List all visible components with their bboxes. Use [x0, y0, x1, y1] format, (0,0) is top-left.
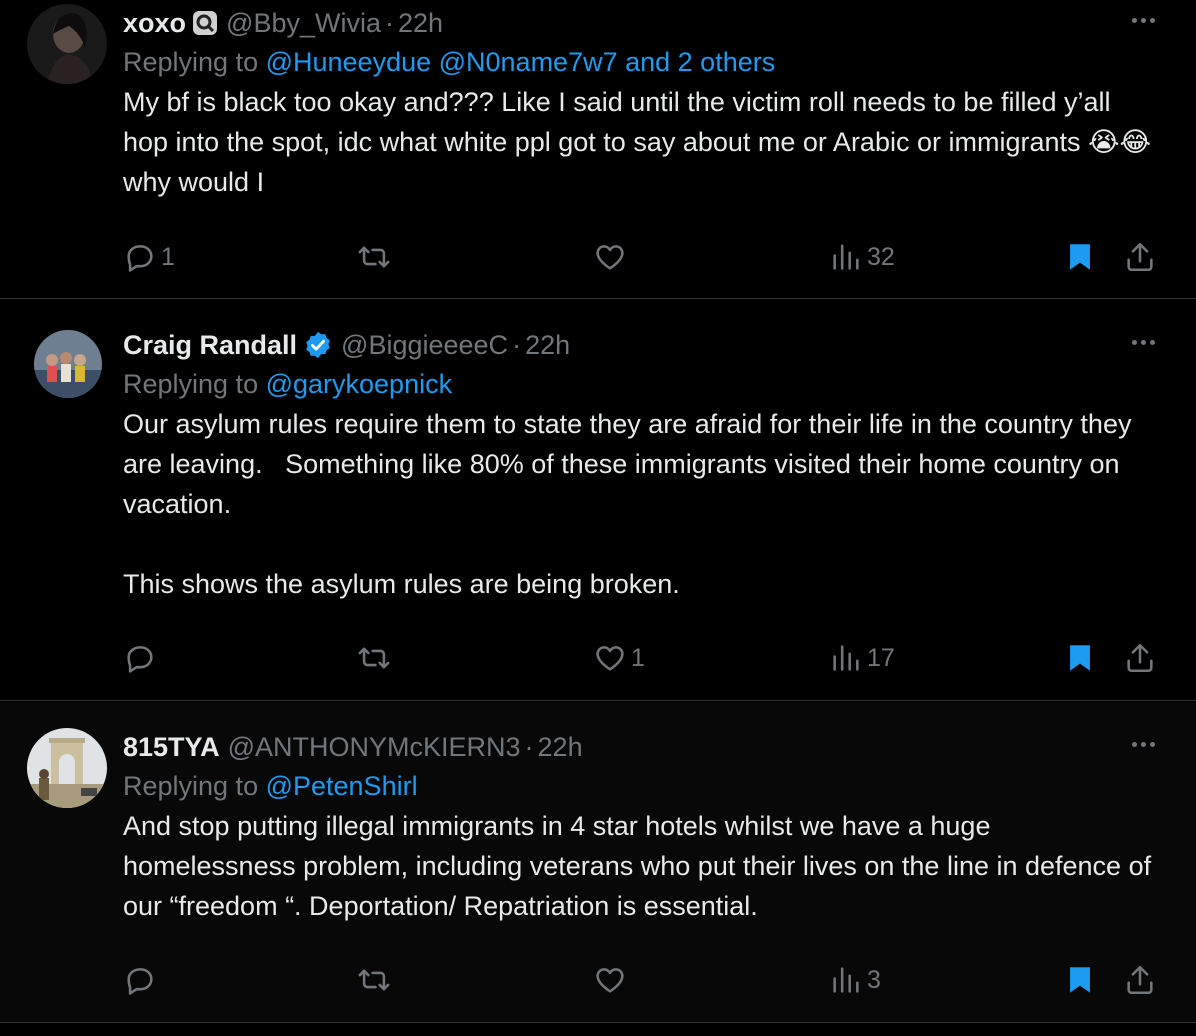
view-count: 17	[867, 643, 895, 672]
reply-feed: xoxo @Bby_Wivia · 22h Replying to @Hunee…	[0, 0, 1196, 1036]
more-options-button[interactable]	[1130, 10, 1166, 38]
tweet-content: Craig Randall @BiggieeeeC · 22h Replying…	[123, 326, 1156, 604]
more-dot-icon	[1150, 742, 1155, 747]
like-count: 1	[631, 643, 645, 672]
more-dot-icon	[1141, 742, 1146, 747]
magnifier-badge-icon	[192, 10, 218, 36]
bookmark-filled-icon	[1070, 244, 1090, 270]
reply-count: 1	[161, 242, 175, 271]
bookmark-button[interactable]	[1063, 638, 1097, 678]
repost-button[interactable]	[357, 960, 395, 1000]
verified-badge-icon[interactable]	[303, 330, 333, 360]
tweet-text: My bf is black too okay and??? Like I sa…	[123, 87, 1159, 197]
tweet-header: xoxo @Bby_Wivia · 22h	[123, 4, 1156, 42]
replying-to-label: Replying to	[123, 47, 266, 77]
like-button[interactable]	[593, 237, 631, 277]
author-name[interactable]: Craig Randall	[123, 330, 297, 361]
heart-icon	[596, 968, 624, 993]
tweet-actions: 1 17	[123, 638, 1163, 678]
bookmark-button[interactable]	[1063, 237, 1097, 277]
view-count: 3	[867, 965, 881, 994]
more-dot-icon	[1150, 18, 1155, 23]
bookmark-filled-icon	[1070, 967, 1090, 993]
tweet-content: xoxo @Bby_Wivia · 22h Replying to @Hunee…	[123, 4, 1156, 202]
mention-link[interactable]: @PetenShirl	[266, 771, 418, 801]
reply-button[interactable]	[123, 638, 161, 678]
more-dot-icon	[1132, 742, 1137, 747]
views-icon	[833, 244, 859, 270]
views-icon	[833, 645, 859, 671]
author-handle[interactable]: @Bby_Wivia	[226, 8, 381, 39]
reply-icon	[127, 646, 153, 673]
bookmark-filled-icon	[1070, 645, 1090, 671]
avatar[interactable]	[27, 728, 107, 808]
reply-button[interactable]: 1	[123, 237, 175, 277]
separator-dot: ·	[384, 7, 394, 38]
tweet[interactable]: 815TYA @ANTHONYMcKIERN3 · 22h Replying t…	[0, 702, 1196, 1023]
repost-icon	[358, 969, 390, 991]
tweet-header: 815TYA @ANTHONYMcKIERN3 · 22h	[123, 728, 1156, 766]
timestamp[interactable]: 22h	[398, 8, 443, 39]
more-options-button[interactable]	[1130, 332, 1166, 360]
more-dot-icon	[1141, 18, 1146, 23]
reply-icon	[127, 245, 153, 272]
replying-to: Replying to @garykoepnick	[123, 364, 1156, 404]
mention-link[interactable]: @Huneeydue @N0name7w7 and 2 others	[266, 47, 776, 77]
more-dot-icon	[1141, 340, 1146, 345]
repost-icon	[358, 647, 390, 669]
view-count: 32	[867, 242, 895, 271]
author-name[interactable]: 815TYA	[123, 732, 220, 763]
tweet-actions: 1 32	[123, 237, 1163, 277]
repost-icon	[358, 246, 390, 268]
tweet-content: 815TYA @ANTHONYMcKIERN3 · 22h Replying t…	[123, 728, 1156, 926]
tweet[interactable]: Craig Randall @BiggieeeeC · 22h Replying…	[0, 300, 1196, 701]
separator-dot: ·	[512, 329, 522, 360]
avatar[interactable]	[34, 330, 102, 398]
reply-icon	[127, 968, 153, 995]
repost-button[interactable]	[357, 237, 395, 277]
avatar[interactable]	[27, 4, 107, 84]
tweet[interactable]: xoxo @Bby_Wivia · 22h Replying to @Hunee…	[0, 0, 1196, 299]
timestamp[interactable]: 22h	[525, 330, 570, 361]
share-button[interactable]	[1123, 237, 1157, 277]
more-dot-icon	[1132, 340, 1137, 345]
more-dot-icon	[1132, 18, 1137, 23]
replying-to-label: Replying to	[123, 771, 266, 801]
timestamp[interactable]: 22h	[538, 732, 583, 763]
views-button[interactable]: 32	[829, 237, 895, 277]
replying-to-label: Replying to	[123, 369, 266, 399]
heart-icon	[596, 245, 624, 270]
share-button[interactable]	[1123, 638, 1157, 678]
repost-button[interactable]	[357, 638, 395, 678]
more-options-button[interactable]	[1130, 734, 1166, 762]
share-icon	[1127, 242, 1153, 272]
share-button[interactable]	[1123, 960, 1157, 1000]
bookmark-button[interactable]	[1063, 960, 1097, 1000]
tweet-actions: 3	[123, 960, 1163, 1000]
reply-button[interactable]	[123, 960, 161, 1000]
views-button[interactable]: 17	[829, 638, 895, 678]
share-icon	[1127, 643, 1153, 673]
share-icon	[1127, 965, 1153, 995]
mention-link[interactable]: @garykoepnick	[266, 369, 453, 399]
views-icon	[833, 967, 859, 993]
tweet-text: And stop putting illegal immigrants in 4…	[123, 811, 1159, 921]
author-handle[interactable]: @ANTHONYMcKIERN3	[228, 732, 521, 763]
replying-to: Replying to @Huneeydue @N0name7w7 and 2 …	[123, 42, 1156, 82]
more-dot-icon	[1150, 340, 1155, 345]
views-button[interactable]: 3	[829, 960, 881, 1000]
author-handle[interactable]: @BiggieeeeC	[341, 330, 508, 361]
tweet-text: Our asylum rules require them to state t…	[123, 409, 1132, 599]
replying-to: Replying to @PetenShirl	[123, 766, 1156, 806]
heart-icon	[596, 646, 624, 671]
like-button[interactable]	[593, 960, 631, 1000]
separator-dot: ·	[524, 731, 534, 762]
author-name[interactable]: xoxo	[123, 8, 186, 39]
tweet-header: Craig Randall @BiggieeeeC · 22h	[123, 326, 1156, 364]
like-button[interactable]: 1	[593, 638, 645, 678]
